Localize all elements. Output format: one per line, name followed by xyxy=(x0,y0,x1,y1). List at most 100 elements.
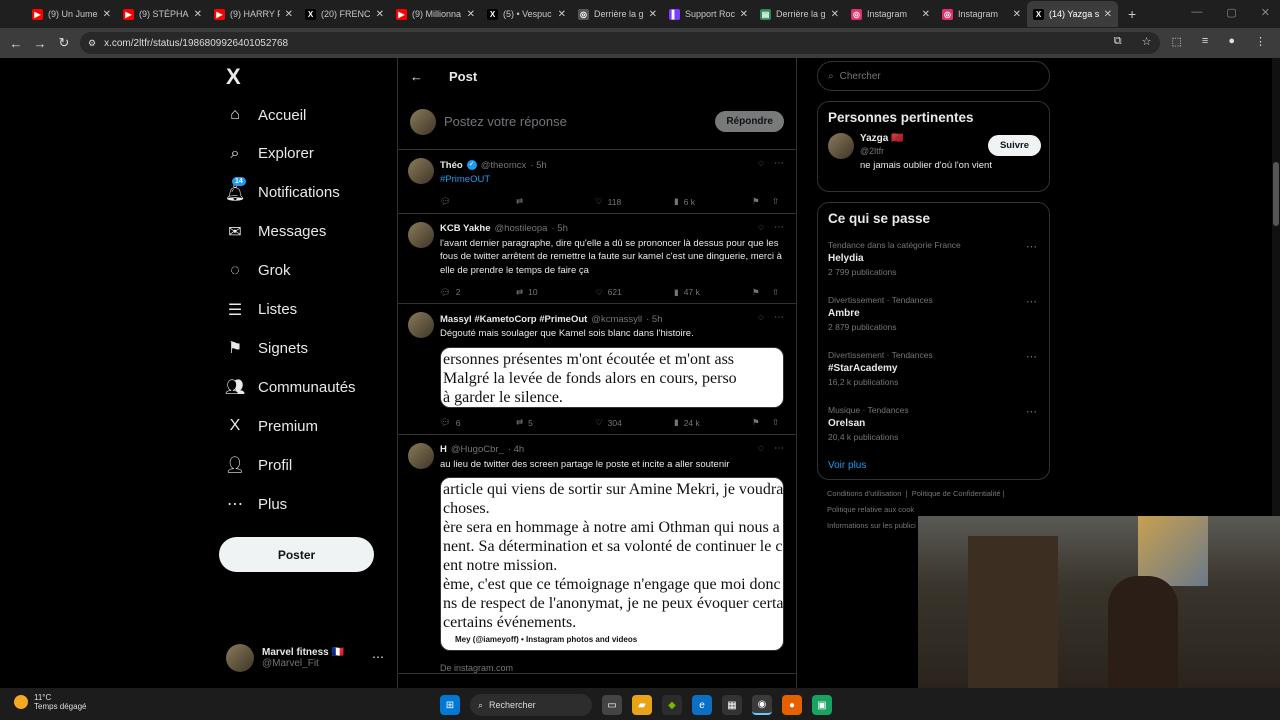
reply-tweet[interactable]: KCB Yakhe @hostileopa · 5h ◌ ⋯ l'avant d… xyxy=(398,214,796,304)
nav-item-more[interactable]: ⋯ Plus xyxy=(226,489,287,519)
firefox-icon[interactable]: ● xyxy=(782,695,802,715)
nav-item-communities[interactable]: 👥︎ Communautés xyxy=(225,372,356,402)
browser-tab[interactable]: ▤ Derrière la g ✕ xyxy=(754,1,845,27)
author-handle[interactable]: @hostileopa xyxy=(495,223,548,234)
browser-tab[interactable]: ▶ (9) HARRY P ✕ xyxy=(208,1,299,27)
person-item[interactable]: Yazga 🇲🇦 @2ltfr ne jamais oublier d'où l… xyxy=(828,133,1041,183)
like-action[interactable]: ♡ 621 xyxy=(595,287,622,298)
edge-icon[interactable]: e xyxy=(692,695,712,715)
weather-widget[interactable]: 11°C Temps dégagé xyxy=(14,693,86,711)
footer-link[interactable]: Informations sur les publici xyxy=(827,521,916,530)
close-tab-icon[interactable]: ✕ xyxy=(194,9,202,20)
minimize-icon[interactable]: — xyxy=(1191,6,1202,19)
author-name[interactable]: KCB Yakhe xyxy=(440,223,491,234)
address-bar[interactable]: ⚙ x.com/2ltfr/status/1986809926401052768 xyxy=(80,32,1160,54)
close-tab-icon[interactable]: ✕ xyxy=(922,9,930,20)
post-button[interactable]: Poster xyxy=(219,537,374,572)
nav-item-lists[interactable]: ☰ Listes xyxy=(226,295,297,325)
account-switcher[interactable]: Marvel fitness 🇫🇷 @Marvel_Fit ⋯ xyxy=(226,642,386,674)
bookmark-icon[interactable]: ⚑ xyxy=(752,287,760,298)
like-action[interactable]: ♡ 304 xyxy=(595,417,622,428)
bookmark-icon[interactable]: ⚑ xyxy=(752,196,760,207)
trend-item[interactable]: Tendance dans la catégorie France Helydi… xyxy=(828,240,1039,295)
app-icon[interactable]: ▣ xyxy=(812,695,832,715)
trend-item[interactable]: Divertissement · Tendances #StarAcademy … xyxy=(828,350,1039,405)
reading-list-icon[interactable]: ≡ xyxy=(1202,35,1208,48)
author-name[interactable]: Théo xyxy=(440,160,463,171)
browser-tab[interactable]: ▶ (9) Un Jumea ✕ xyxy=(26,1,117,27)
browser-tab[interactable]: ◎ Derrière la g ✕ xyxy=(572,1,663,27)
more-icon[interactable]: ⋯ xyxy=(1026,405,1037,418)
tweet-media-image[interactable]: article qui viens de sortir sur Amine Me… xyxy=(440,477,784,651)
author-handle[interactable]: @theomcx xyxy=(481,160,527,171)
search-input[interactable]: ⌕ Chercher xyxy=(817,61,1050,91)
see-more-link[interactable]: Voir plus xyxy=(828,460,1039,471)
browser-tab[interactable]: X (20) FRENCH ✕ xyxy=(299,1,390,27)
more-icon[interactable]: ⋯ xyxy=(1026,295,1037,308)
close-tab-icon[interactable]: ✕ xyxy=(103,9,111,20)
views-action[interactable]: ▮ 24 k xyxy=(674,417,700,428)
nav-item-bookmarks[interactable]: ⚑ Signets xyxy=(226,333,308,363)
grok-icon[interactable]: ◌ xyxy=(758,222,764,233)
retweet-action[interactable]: ⇄ 10 xyxy=(516,287,538,298)
reply-tweet[interactable]: H @HugoCbr_ · 4h ◌ ⋯ au lieu de twitter … xyxy=(398,435,796,674)
reply-input[interactable]: Postez votre réponse xyxy=(444,114,707,129)
avatar[interactable] xyxy=(408,442,434,469)
avatar[interactable] xyxy=(408,312,434,338)
reply-action[interactable]: 💬︎ 2 xyxy=(440,287,461,298)
bookmark-star-icon[interactable]: ☆ xyxy=(1142,35,1152,48)
close-tab-icon[interactable]: ✕ xyxy=(467,9,475,20)
close-tab-icon[interactable]: ✕ xyxy=(740,9,748,20)
footer-link[interactable]: Politique relative aux cook xyxy=(827,505,914,514)
nav-item-messages[interactable]: ✉ Messages xyxy=(226,217,326,247)
close-tab-icon[interactable]: ✕ xyxy=(558,9,566,20)
extensions-icon[interactable]: ⬚ xyxy=(1172,35,1182,48)
grok-icon[interactable]: ◌ xyxy=(758,158,764,169)
close-tab-icon[interactable]: ✕ xyxy=(831,9,839,20)
more-icon[interactable]: ⋯ xyxy=(1026,240,1037,253)
nav-item-notifications[interactable]: 🔔︎ 14 Notifications xyxy=(225,176,340,208)
reply-action[interactable]: 💬︎ 6 xyxy=(440,417,461,428)
avatar[interactable] xyxy=(408,221,434,248)
more-icon[interactable]: ⋯ xyxy=(774,312,784,323)
views-action[interactable]: ▮ 6 k xyxy=(674,196,695,207)
reply-action[interactable]: 💬︎ xyxy=(440,196,456,207)
browser-tab[interactable]: ▶ (9) Millionna ✕ xyxy=(390,1,481,27)
avatar[interactable] xyxy=(408,158,434,184)
close-window-icon[interactable]: ✕ xyxy=(1261,6,1270,19)
nvidia-icon[interactable]: ◆ xyxy=(662,695,682,715)
author-name[interactable]: H xyxy=(440,444,447,455)
author-name[interactable]: Massyl #KametoCorp #PrimeOut xyxy=(440,314,587,325)
site-info-icon[interactable]: ⚙ xyxy=(88,38,96,49)
chrome-icon[interactable]: ◉ xyxy=(752,695,772,715)
author-handle[interactable]: @HugoCbr_ xyxy=(451,444,504,455)
share-icon[interactable]: ⇧ xyxy=(772,287,779,298)
browser-tab[interactable]: X (14) Yazga s ✕ xyxy=(1027,1,1118,27)
browser-tab[interactable]: ◎ Instagram ✕ xyxy=(936,1,1027,27)
windows-start-icon[interactable]: ⊞ xyxy=(440,695,460,715)
browser-tab[interactable]: X (5) • Vespuc ✕ xyxy=(481,1,572,27)
cast-icon[interactable]: ⧉ xyxy=(1114,35,1122,48)
nav-item-home[interactable]: ⌂ Accueil xyxy=(226,100,306,130)
views-action[interactable]: ▮ 47 k xyxy=(674,287,700,298)
more-options-icon[interactable]: ⋯ xyxy=(372,650,384,664)
back-arrow-icon[interactable]: ← xyxy=(410,69,423,84)
browser-tab[interactable]: ◎ Instagram ✕ xyxy=(845,1,936,27)
more-icon[interactable]: ⋯ xyxy=(774,222,784,233)
reply-tweet[interactable]: Massyl #KametoCorp #PrimeOut @kcmassyll … xyxy=(398,304,796,435)
share-icon[interactable]: ⇧ xyxy=(772,196,779,207)
browser-menu-icon[interactable]: ⋮ xyxy=(1255,35,1266,48)
profile-avatar-icon[interactable]: ● xyxy=(1228,35,1235,48)
grok-icon[interactable]: ◌ xyxy=(758,312,764,323)
share-icon[interactable]: ⇧ xyxy=(772,417,779,428)
close-tab-icon[interactable]: ✕ xyxy=(649,9,657,20)
nav-item-premium[interactable]: X Premium xyxy=(226,411,318,441)
reply-button[interactable]: Répondre xyxy=(715,111,784,132)
footer-link[interactable]: Conditions d'utilisation xyxy=(827,489,901,498)
nav-item-explore[interactable]: ⌕ Explorer xyxy=(226,139,314,169)
browser-tab[interactable]: ▌ Support Roc ✕ xyxy=(663,1,754,27)
taskbar-search[interactable]: ⌕ Rechercher xyxy=(470,694,592,716)
close-tab-icon[interactable]: ✕ xyxy=(376,9,384,20)
reply-tweet[interactable]: Théo ✓ @theomcx · 5h ◌ ⋯ #PrimeOUT 💬︎ ⇄ … xyxy=(398,150,796,214)
link-source[interactable]: De instagram.com xyxy=(440,663,784,673)
